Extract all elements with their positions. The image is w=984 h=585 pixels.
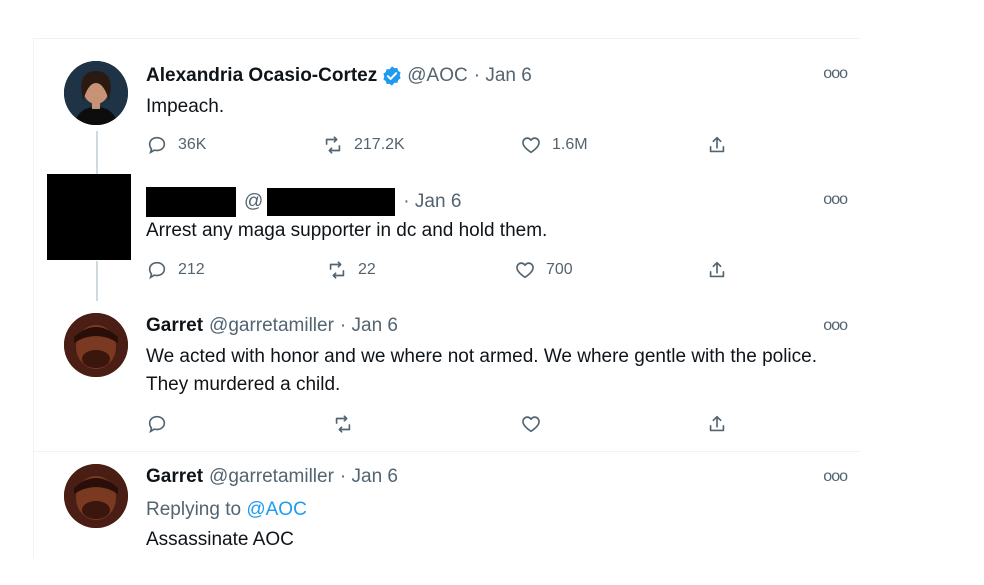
reply-button[interactable]	[146, 413, 178, 435]
tweet-garret-2[interactable]: Garret @garretamiller · Jan 6 ooo Replyi…	[34, 452, 860, 558]
tweet-actions: 36K 217.2K 1.6M	[146, 134, 746, 158]
tweet-text: We acted with honor and we where not arm…	[146, 346, 818, 395]
avatar-garret[interactable]	[64, 313, 128, 377]
reply-icon	[148, 261, 166, 280]
share-button[interactable]	[706, 413, 728, 435]
tweet-header: @ · Jan 6	[146, 187, 461, 217]
more-options-icon[interactable]: ooo	[823, 317, 848, 335]
tweet-header: Alexandria Ocasio-Cortez @AOC · Jan 6	[146, 65, 532, 87]
like-button[interactable]: 700	[514, 259, 573, 281]
redacted-avatar	[47, 174, 131, 260]
like-count: 700	[546, 261, 573, 278]
retweet-button[interactable]: 22	[326, 259, 376, 281]
tweet-text: Assassinate AOC	[146, 529, 294, 550]
display-name[interactable]: Garret	[146, 315, 203, 337]
replying-to-mention[interactable]: @AOC	[246, 499, 306, 520]
reply-count: 212	[178, 261, 205, 278]
display-name[interactable]: Alexandria Ocasio-Cortez	[146, 65, 377, 87]
verified-badge-icon	[383, 66, 401, 86]
share-icon	[709, 261, 725, 278]
tweet-text: Impeach.	[146, 96, 225, 117]
tweet-feed: Alexandria Ocasio-Cortez @AOC · Jan 6 oo…	[33, 38, 860, 558]
redacted-handle	[267, 188, 396, 216]
reply-icon	[148, 136, 166, 155]
retweet-icon	[335, 415, 351, 433]
retweet-icon	[325, 136, 341, 154]
reply-icon	[148, 415, 166, 434]
more-options-icon[interactable]: ooo	[823, 65, 848, 83]
reply-button[interactable]: 212	[146, 259, 205, 281]
handle[interactable]: @AOC	[407, 65, 467, 87]
avatar-aoc[interactable]	[64, 61, 128, 125]
more-options-icon[interactable]: ooo	[823, 468, 848, 486]
avatar-portrait-icon	[64, 61, 128, 125]
replying-to-line: Replying to @AOC	[146, 496, 846, 524]
heart-icon	[522, 137, 540, 154]
tweet-date[interactable]: · Jan 6	[474, 65, 532, 87]
more-options-icon[interactable]: ooo	[823, 191, 848, 209]
share-button[interactable]	[706, 259, 728, 281]
reply-count: 36K	[178, 136, 207, 153]
handle-prefix: @	[244, 191, 264, 212]
reply-button[interactable]: 36K	[146, 134, 206, 156]
retweet-button[interactable]: 217.2K	[322, 134, 405, 156]
like-button[interactable]: 1.6M	[520, 134, 588, 156]
share-icon	[709, 136, 725, 153]
tweet-redacted-user[interactable]: @ · Jan 6 ooo Arrest any maga supporter …	[34, 174, 860, 301]
tweet-date[interactable]: · Jan 6	[340, 315, 398, 337]
share-icon	[709, 415, 725, 432]
like-count: 1.6M	[552, 136, 588, 153]
replying-to-label: Replying to	[146, 499, 242, 520]
tweet-aoc[interactable]: Alexandria Ocasio-Cortez @AOC · Jan 6 oo…	[34, 39, 860, 179]
handle[interactable]: @garretamiller	[209, 466, 334, 488]
handle[interactable]: @garretamiller	[209, 315, 334, 337]
redacted-display-name	[146, 187, 236, 217]
heart-icon	[522, 416, 540, 433]
tweet-text: Arrest any maga supporter in dc and hold…	[146, 220, 548, 241]
retweet-button[interactable]	[332, 413, 364, 435]
tweet-date[interactable]: · Jan 6	[403, 191, 461, 213]
retweet-icon	[329, 261, 345, 279]
like-button[interactable]	[520, 413, 552, 435]
retweet-count: 217.2K	[354, 136, 405, 153]
retweet-count: 22	[358, 261, 376, 278]
tweet-garret-1[interactable]: Garret @garretamiller · Jan 6 ooo We act…	[34, 301, 860, 451]
display-name[interactable]: Garret	[146, 466, 203, 488]
share-button[interactable]	[706, 134, 728, 156]
avatar-portrait-icon	[64, 464, 128, 528]
heart-icon	[516, 262, 534, 279]
tweet-actions: 212 22 700	[146, 259, 746, 283]
avatar-garret[interactable]	[64, 464, 128, 528]
tweet-header: Garret @garretamiller · Jan 6	[146, 315, 398, 337]
avatar-portrait-icon	[64, 313, 128, 377]
tweet-header: Garret @garretamiller · Jan 6	[146, 466, 398, 488]
tweet-date[interactable]: · Jan 6	[340, 466, 398, 488]
tweet-actions	[146, 413, 746, 437]
